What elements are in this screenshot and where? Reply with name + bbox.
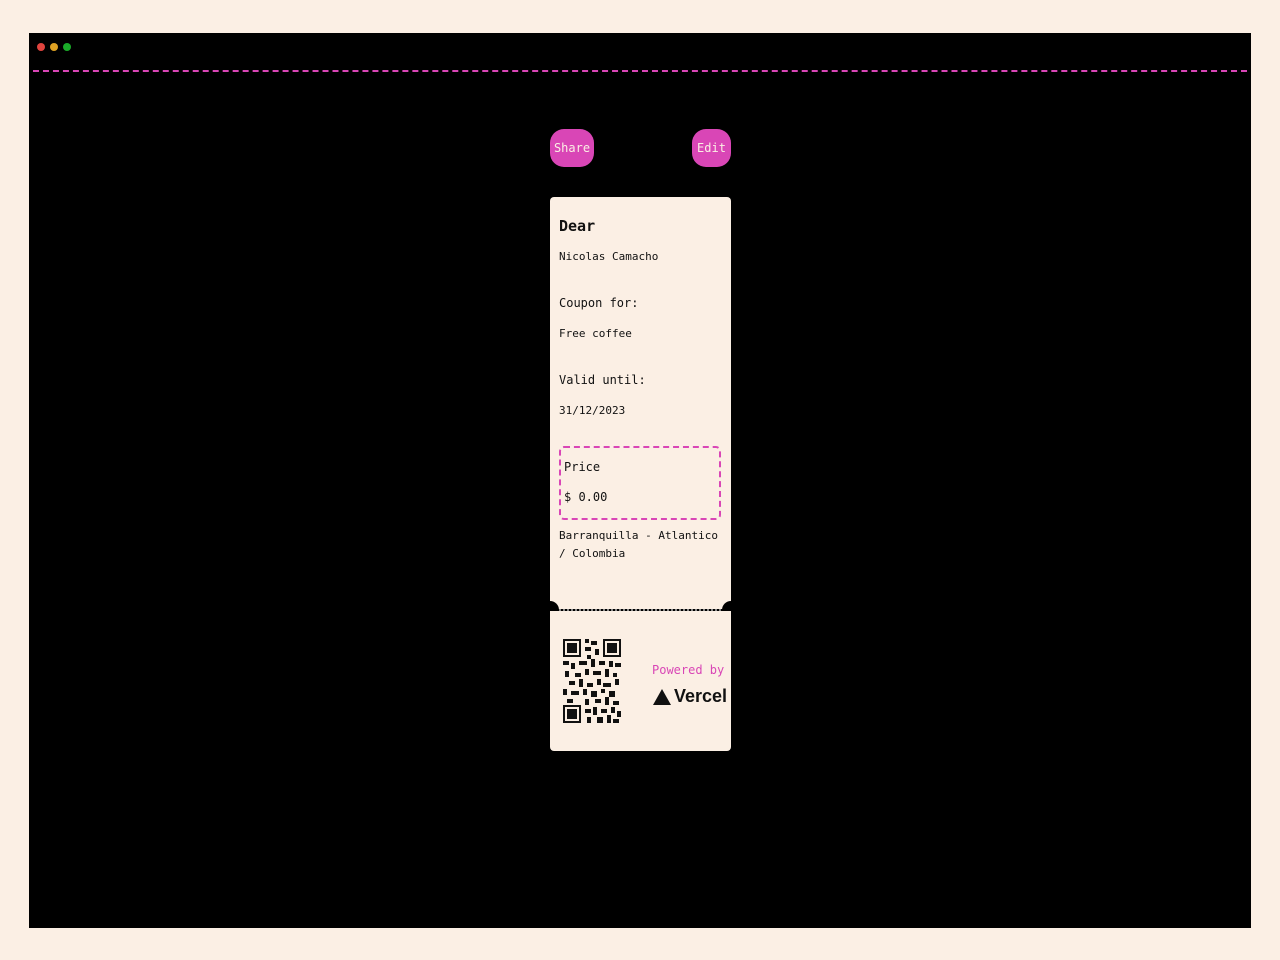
price-box: Price $ 0.00 bbox=[559, 446, 721, 520]
ticket-main-section: Dear Nicolas Camacho Coupon for: Free co… bbox=[550, 197, 731, 609]
window-controls bbox=[37, 43, 71, 51]
window-maximize-icon[interactable] bbox=[63, 43, 71, 51]
vercel-logo-icon bbox=[653, 688, 671, 705]
price-label: Price bbox=[564, 460, 601, 474]
location-text: Barranquilla - Atlantico / Colombia bbox=[559, 529, 718, 560]
coupon-ticket: Dear Nicolas Camacho Coupon for: Free co… bbox=[541, 197, 740, 751]
ticket-greeting: Dear bbox=[559, 217, 596, 235]
coupon-for-value: Free coffee bbox=[559, 327, 632, 340]
vercel-brand-text: Vercel bbox=[674, 686, 728, 706]
ticket-stub-section: Powered by Vercel bbox=[550, 611, 731, 751]
coupon-for-label: Coupon for: bbox=[559, 296, 639, 310]
vercel-logo[interactable]: Vercel bbox=[653, 686, 727, 707]
window-close-icon[interactable] bbox=[37, 43, 45, 51]
qr-code-icon bbox=[563, 639, 621, 723]
window-titlebar bbox=[29, 33, 1251, 69]
titlebar-divider bbox=[33, 70, 1247, 72]
valid-until-value: 31/12/2023 bbox=[559, 404, 626, 417]
price-value: $ 0.00 bbox=[564, 490, 608, 504]
valid-until-label: Valid until: bbox=[559, 373, 646, 387]
app-window: Share Edit Dear Nicolas Camacho Coupon f… bbox=[29, 33, 1251, 928]
share-button[interactable]: Share bbox=[550, 129, 594, 167]
window-minimize-icon[interactable] bbox=[50, 43, 58, 51]
recipient-name: Nicolas Camacho bbox=[559, 250, 659, 263]
edit-button[interactable]: Edit bbox=[692, 129, 731, 167]
powered-by-text: Powered by bbox=[652, 663, 725, 677]
